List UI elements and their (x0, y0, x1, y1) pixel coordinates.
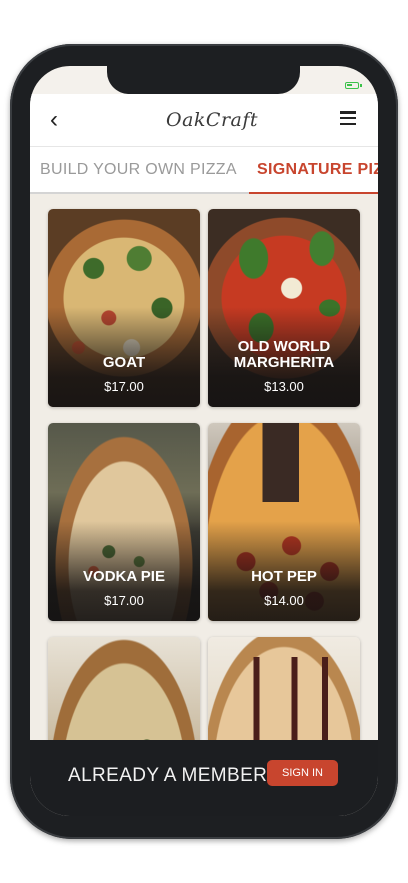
hamburger-menu-icon-line (340, 122, 356, 126)
member-signin-bar: ALREADY A MEMBER? SIGN IN (30, 740, 378, 816)
pizza-photo (48, 637, 200, 740)
menu-item-name: GOAT (102, 354, 146, 371)
sign-in-button[interactable]: SIGN IN (267, 760, 338, 786)
menu-card-vodka-pie[interactable]: VODKA PIE $17.00 (48, 423, 200, 621)
menu-card-partial-left[interactable] (48, 637, 200, 740)
battery-icon (345, 82, 362, 89)
menu-card-partial-right[interactable] (208, 637, 360, 740)
chevron-left-icon: ‹ (50, 106, 58, 133)
hamburger-menu-icon (340, 111, 356, 114)
tab-build-your-own-pizza[interactable]: BUILD YOUR OWN PIZZA (40, 147, 242, 194)
menu-item-name: OLD WORLD MARGHERITA (233, 338, 335, 371)
menu-card-hot-pep[interactable]: HOT PEP $14.00 (208, 423, 360, 621)
app-screen: ‹ OakCraft BUILD YOUR OWN PIZZA SIGNATUR… (30, 66, 378, 816)
back-button[interactable]: ‹ (42, 106, 66, 134)
menu-item-price: $17.00 (104, 379, 144, 394)
menu-item-price: $13.00 (264, 379, 304, 394)
menu-tab-bar: BUILD YOUR OWN PIZZA SIGNATURE PIZZAS (30, 146, 378, 194)
menu-item-price: $14.00 (264, 593, 304, 608)
hamburger-menu-button[interactable] (340, 111, 356, 126)
menu-card-old-world-margherita[interactable]: OLD WORLD MARGHERITA $13.00 (208, 209, 360, 407)
menu-item-name: HOT PEP (251, 568, 317, 585)
phone-notch (107, 66, 300, 94)
pizza-grid: GOAT $17.00 OLD WORLD MARGHERITA $13.00 … (30, 194, 378, 740)
member-prompt: ALREADY A MEMBER? (68, 765, 279, 786)
menu-item-name: VODKA PIE (83, 568, 165, 585)
hamburger-menu-icon-line (340, 116, 356, 120)
pizza-photo (208, 637, 360, 740)
oakcraft-logo[interactable]: OakCraft (166, 102, 258, 138)
menu-card-goat[interactable]: GOAT $17.00 (48, 209, 200, 407)
menu-item-price: $17.00 (104, 593, 144, 608)
top-navigation-bar: ‹ OakCraft (30, 94, 378, 146)
tab-signature-pizzas[interactable]: SIGNATURE PIZZAS (257, 147, 378, 194)
